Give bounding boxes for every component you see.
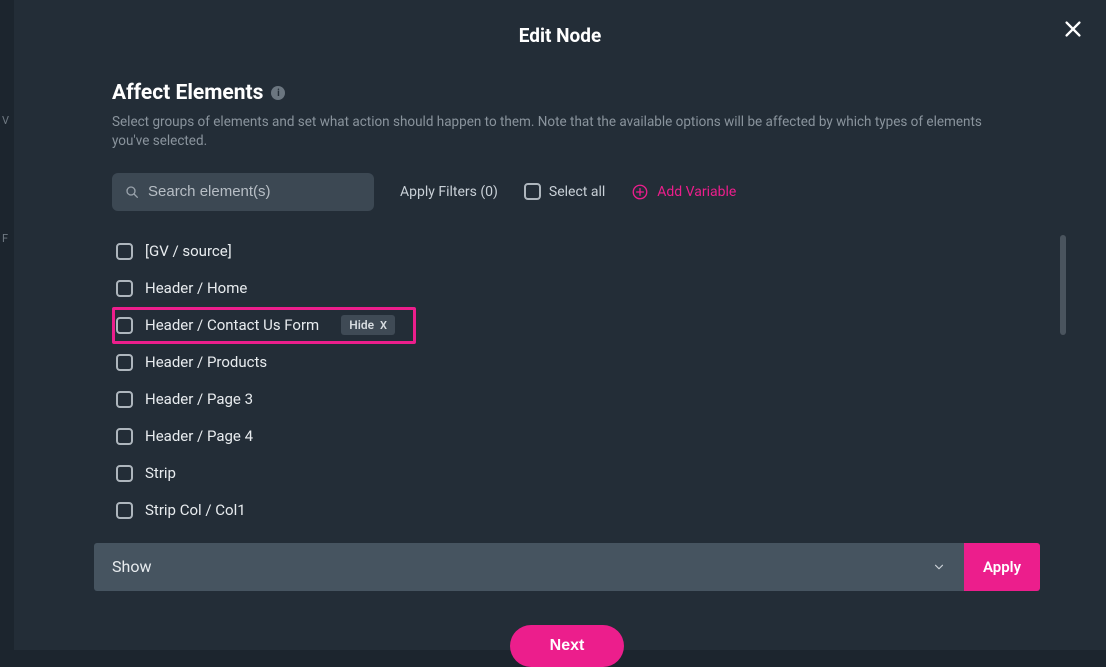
select-all-checkbox[interactable]: Select all — [524, 183, 605, 200]
next-button[interactable]: Next — [510, 625, 625, 667]
section-title-text: Affect Elements — [112, 81, 263, 105]
badge-label: Hide — [349, 318, 374, 332]
element-label: Header / Page 4 — [145, 427, 253, 445]
checkbox-icon[interactable] — [116, 243, 133, 260]
element-label: Header / Products — [145, 353, 267, 371]
background-letter: V — [2, 114, 9, 127]
element-label: Header / Page 3 — [145, 390, 253, 408]
checkbox-icon[interactable] — [116, 317, 133, 334]
element-list-item[interactable]: Strip — [112, 455, 1022, 492]
element-label: Header / Home — [145, 279, 247, 297]
element-label: [GV / source] — [145, 242, 232, 260]
element-label: Strip — [145, 464, 176, 482]
modal-title: Edit Node — [14, 24, 1106, 47]
modal-header: Edit Node — [14, 0, 1106, 47]
controls-row: Apply Filters (0) Select all Add Variabl… — [112, 173, 1022, 211]
checkbox-icon[interactable] — [116, 428, 133, 445]
edit-node-modal: Edit Node Affect Elements i Select group… — [14, 0, 1106, 650]
plus-circle-icon — [631, 183, 649, 201]
checkbox-icon[interactable] — [116, 280, 133, 297]
element-list-item[interactable]: Header / Products — [112, 344, 1022, 381]
element-list-item[interactable]: Header / Contact Us Form Hide X — [112, 307, 416, 344]
elements-list-wrapper: [GV / source] Header / Home Header / Conta… — [112, 233, 1022, 529]
action-row: Show Apply — [94, 543, 1040, 591]
chevron-down-icon — [932, 560, 946, 574]
elements-list: [GV / source] Header / Home Header / Conta… — [112, 233, 1022, 529]
add-variable-button[interactable]: Add Variable — [631, 183, 736, 201]
search-input[interactable] — [148, 183, 362, 200]
checkbox-icon[interactable] — [116, 465, 133, 482]
element-list-item[interactable]: Header / Page 4 — [112, 418, 1022, 455]
add-variable-label: Add Variable — [657, 184, 736, 200]
checkbox-icon[interactable] — [116, 354, 133, 371]
element-label: Header / Contact Us Form — [145, 316, 319, 334]
checkbox-icon — [524, 183, 541, 200]
close-icon — [1062, 18, 1084, 40]
modal-footer: Next — [112, 625, 1022, 667]
scrollbar[interactable] — [1060, 235, 1066, 335]
section-description: Select groups of elements and set what a… — [112, 113, 1022, 151]
element-list-item[interactable]: Strip Col / Col1 — [112, 492, 1022, 529]
select-all-label: Select all — [549, 184, 605, 200]
element-label: Strip Col / Col1 — [145, 501, 246, 519]
background-letter: F — [2, 232, 8, 245]
close-button[interactable] — [1062, 18, 1084, 40]
action-badge[interactable]: Hide X — [341, 315, 395, 335]
element-list-item[interactable]: Header / Home — [112, 270, 1022, 307]
search-icon — [124, 184, 140, 200]
modal-content: Affect Elements i Select groups of eleme… — [14, 47, 1106, 667]
apply-button[interactable]: Apply — [964, 543, 1040, 591]
element-list-item[interactable]: [GV / source] — [112, 233, 1022, 270]
badge-remove-icon[interactable]: X — [380, 319, 387, 332]
element-list-item[interactable]: Header / Page 3 — [112, 381, 1022, 418]
apply-filters-button[interactable]: Apply Filters (0) — [400, 184, 498, 200]
action-select[interactable]: Show — [94, 543, 964, 591]
section-title: Affect Elements i — [112, 81, 1022, 105]
info-icon[interactable]: i — [271, 86, 285, 100]
search-input-wrapper[interactable] — [112, 173, 374, 211]
action-select-value: Show — [112, 557, 151, 576]
checkbox-icon[interactable] — [116, 391, 133, 408]
checkbox-icon[interactable] — [116, 502, 133, 519]
